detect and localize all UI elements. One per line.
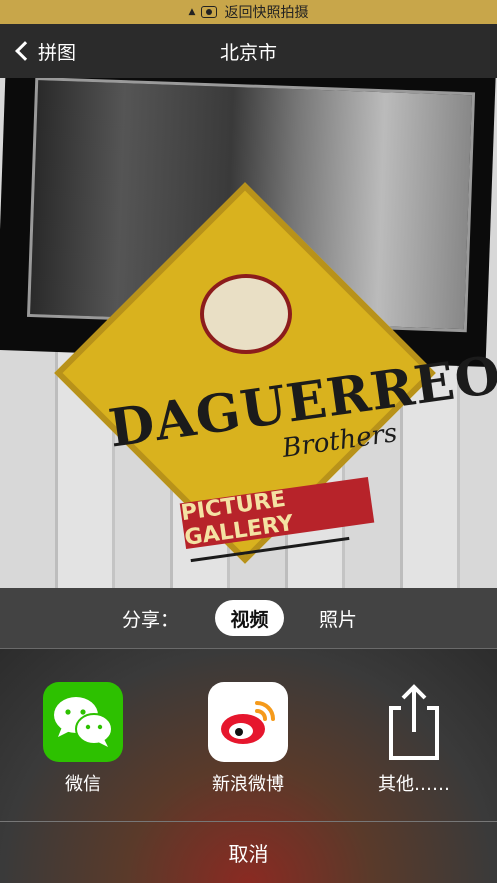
share-type-bar: 分享： 视频 照片: [0, 588, 497, 648]
share-sheet: 微信 新浪微博 其他…… 取消: [0, 648, 497, 883]
share-other-label: 其他……: [378, 774, 450, 795]
tab-video[interactable]: 视频: [215, 600, 284, 636]
hand-emblem: [200, 274, 292, 354]
share-icon: [374, 682, 454, 762]
cancel-button[interactable]: 取消: [0, 822, 497, 883]
collage-preview: DAGUERREO Brothers PICTURE GALLERY: [0, 78, 497, 588]
weibo-icon: [208, 682, 288, 762]
share-wechat-label: 微信: [65, 774, 101, 795]
wechat-icon: [43, 682, 123, 762]
chevron-left-icon: [15, 41, 35, 61]
navigation-bar: 拼图 北京市: [0, 24, 497, 78]
share-other-button[interactable]: 其他……: [369, 682, 459, 796]
share-weibo-button[interactable]: 新浪微博: [203, 682, 293, 796]
back-label: 拼图: [38, 41, 77, 64]
camera-icon: [201, 6, 218, 18]
back-button[interactable]: 拼图: [12, 24, 76, 78]
share-weibo-label: 新浪微博: [212, 774, 284, 795]
share-wechat-button[interactable]: 微信: [38, 682, 128, 796]
divider: [0, 648, 497, 649]
return-to-capture-label: 返回快照拍摄: [224, 5, 309, 21]
share-label: 分享：: [122, 609, 180, 631]
return-to-capture-bar[interactable]: ▲ 返回快照拍摄: [0, 0, 497, 24]
caret-up-icon: ▲: [188, 7, 196, 17]
tab-photo[interactable]: 照片: [319, 605, 357, 632]
